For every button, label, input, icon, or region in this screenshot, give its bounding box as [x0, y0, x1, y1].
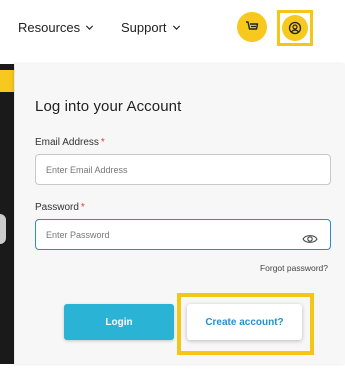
password-label-text: Password [35, 202, 79, 213]
nav-item-label: Resources [18, 20, 81, 35]
required-mark: * [80, 202, 85, 213]
user-circle-icon [288, 21, 302, 35]
background-page-bottom [0, 364, 345, 376]
login-popup: Log into your Account Email Address* Pas… [14, 64, 345, 364]
background-page-edge [0, 64, 14, 364]
cart-button[interactable] [237, 12, 267, 42]
cart-icon [246, 21, 259, 30]
chevron-down-icon [172, 25, 180, 30]
email-label-text: Email Address [35, 137, 99, 148]
background-carousel-arrow [0, 214, 6, 244]
password-field[interactable] [35, 219, 331, 250]
account-button[interactable] [282, 15, 308, 41]
nav-item-label: Support [121, 20, 167, 35]
forgot-password-link[interactable]: Forgot password? [260, 263, 328, 273]
eye-icon[interactable] [302, 233, 318, 245]
nav-item-support[interactable]: Support [121, 20, 181, 35]
email-label: Email Address * [35, 137, 105, 148]
email-field[interactable] [35, 154, 331, 185]
login-title: Log into your Account [35, 98, 182, 115]
required-mark: * [100, 137, 105, 148]
chevron-down-icon [86, 25, 94, 30]
create-account-button[interactable]: Create account? [187, 304, 302, 340]
top-navigation-bar: Resources Support [0, 0, 345, 64]
nav-item-resources[interactable]: Resources [18, 20, 94, 35]
login-button[interactable]: Login [64, 304, 174, 340]
account-button-highlight [277, 10, 313, 46]
background-accent-block [0, 70, 14, 92]
password-label: Password * [35, 202, 85, 213]
